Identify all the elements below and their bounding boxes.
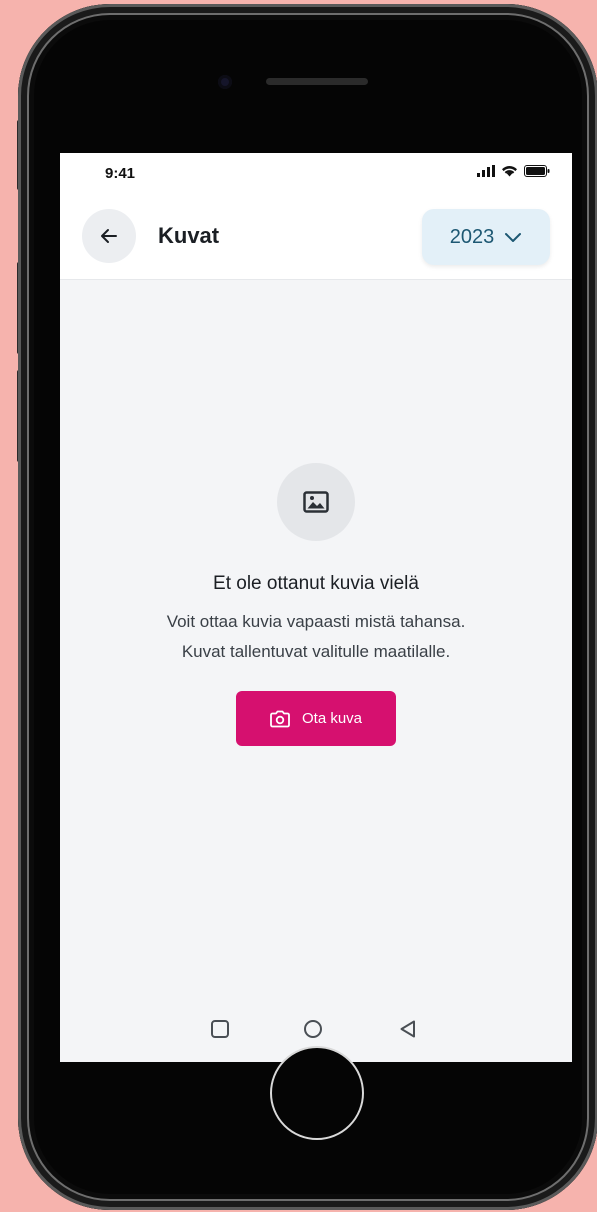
back-nav-button[interactable] [395, 1016, 421, 1042]
phone-screen: 9:41 Kuvat 2023 Et ole ottanut kuvia vie… [60, 153, 572, 1062]
stage: 9:41 Kuvat 2023 Et ole ottanut kuvia vie… [0, 0, 597, 1212]
recents-button[interactable] [207, 1016, 233, 1042]
empty-state: Et ole ottanut kuvia vielä Voit ottaa ku… [60, 463, 572, 746]
year-select[interactable]: 2023 [422, 209, 550, 265]
image-icon [303, 491, 329, 513]
page-title: Kuvat [158, 223, 220, 248]
status-bar: 9:41 [60, 153, 572, 195]
chevron-down-icon [505, 233, 522, 242]
take-photo-label: Ota kuva [301, 710, 363, 727]
empty-state-description-line1: Voit ottaa kuvia vapaasti mistä tahansa. [166, 612, 466, 631]
empty-state-description: Voit ottaa kuvia vapaasti mistä tahansa.… [60, 607, 572, 667]
triangle-back-icon [400, 1020, 415, 1038]
empty-state-description-line2: Kuvat tallentuvat valitulle maatilalle. [181, 642, 451, 661]
arrow-left-icon [101, 229, 117, 243]
circle-home-icon [304, 1020, 322, 1038]
year-select-value: 2023 [449, 225, 495, 248]
home-nav-button[interactable] [300, 1016, 326, 1042]
take-photo-button[interactable]: Ota kuva [236, 691, 396, 746]
hardware-home-button[interactable] [270, 1046, 364, 1140]
earpiece-speaker [266, 78, 368, 85]
camera-icon [270, 710, 290, 727]
cellular-signal-icon [477, 165, 495, 177]
back-button[interactable] [82, 209, 136, 263]
front-camera [218, 75, 232, 89]
status-icons [477, 165, 550, 177]
status-time: 9:41 [105, 165, 136, 182]
empty-state-icon-circle [277, 463, 355, 541]
square-recents-icon [211, 1020, 229, 1038]
app-header: Kuvat 2023 [60, 195, 572, 280]
wifi-icon [502, 166, 517, 177]
empty-state-title: Et ole ottanut kuvia vielä [213, 573, 419, 594]
battery-icon [524, 165, 550, 177]
